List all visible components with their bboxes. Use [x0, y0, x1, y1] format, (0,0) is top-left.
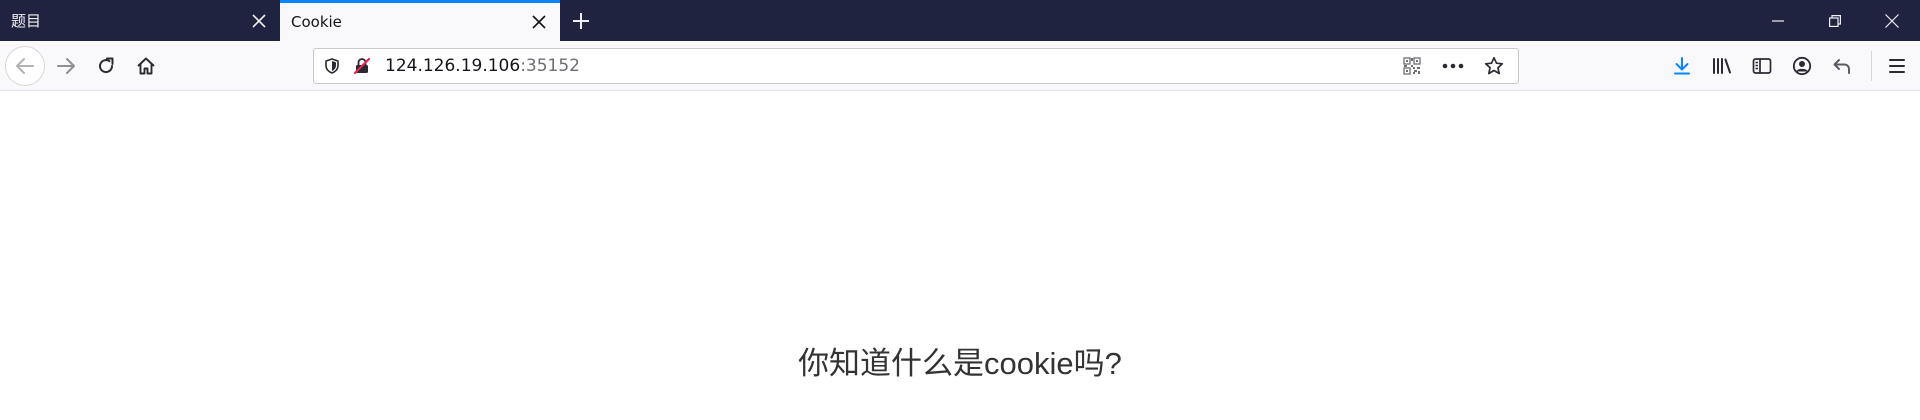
home-icon: [136, 56, 156, 76]
menu-button[interactable]: [1877, 46, 1917, 86]
url-host: 124.126.19.106: [385, 56, 521, 76]
plus-icon: [572, 12, 590, 30]
url-actions: [1392, 49, 1514, 83]
window-controls: [1749, 0, 1920, 41]
undo-button[interactable]: [1822, 46, 1862, 86]
forward-button[interactable]: [46, 46, 86, 86]
back-button[interactable]: [5, 46, 45, 86]
sidebar-button[interactable]: [1742, 46, 1782, 86]
undo-icon: [1832, 56, 1852, 76]
close-icon: [1884, 13, 1899, 28]
star-icon[interactable]: [1474, 49, 1514, 83]
sidebar-icon: [1752, 57, 1772, 75]
download-icon: [1672, 56, 1692, 76]
navigation-toolbar: 124.126.19.106:35152: [0, 41, 1920, 91]
tab-strip: 题目 Cookie: [0, 0, 1920, 41]
restore-icon: [1828, 14, 1841, 27]
arrow-left-icon: [15, 56, 35, 76]
url-port: :35152: [520, 56, 580, 76]
page-question: 你知道什么是cookie吗?: [798, 346, 1122, 381]
shield-icon[interactable]: [317, 49, 347, 83]
more-icon[interactable]: [1432, 49, 1474, 83]
account-icon: [1792, 56, 1812, 76]
downloads-button[interactable]: [1662, 46, 1702, 86]
library-button[interactable]: [1702, 46, 1742, 86]
tab-close-icon[interactable]: [522, 5, 556, 39]
insecure-lock-icon[interactable]: [347, 49, 377, 83]
page-content: 你知道什么是cookie吗?: [0, 92, 1920, 420]
home-button[interactable]: [126, 46, 166, 86]
new-tab-button[interactable]: [560, 0, 602, 41]
reload-icon: [96, 56, 116, 76]
qr-code-icon[interactable]: [1392, 49, 1432, 83]
reload-button[interactable]: [86, 46, 126, 86]
tab-title: 题目: [11, 12, 42, 30]
minimize-button[interactable]: [1749, 0, 1806, 41]
restore-button[interactable]: [1806, 0, 1863, 41]
account-button[interactable]: [1782, 46, 1822, 86]
tab-title: Cookie: [291, 13, 342, 31]
url-text[interactable]: 124.126.19.106:35152: [385, 56, 1392, 76]
tab-cookie[interactable]: Cookie: [280, 0, 560, 41]
toolbar-separator: [1871, 51, 1872, 81]
arrow-right-icon: [56, 56, 76, 76]
close-window-button[interactable]: [1863, 0, 1920, 41]
url-bar[interactable]: 124.126.19.106:35152: [313, 48, 1519, 84]
tab-timu[interactable]: 题目: [0, 0, 280, 41]
tab-close-icon[interactable]: [242, 4, 276, 38]
minimize-icon: [1771, 15, 1784, 27]
toolbar-right: [1662, 46, 1920, 86]
library-icon: [1711, 56, 1733, 76]
hamburger-menu-icon: [1888, 58, 1906, 74]
